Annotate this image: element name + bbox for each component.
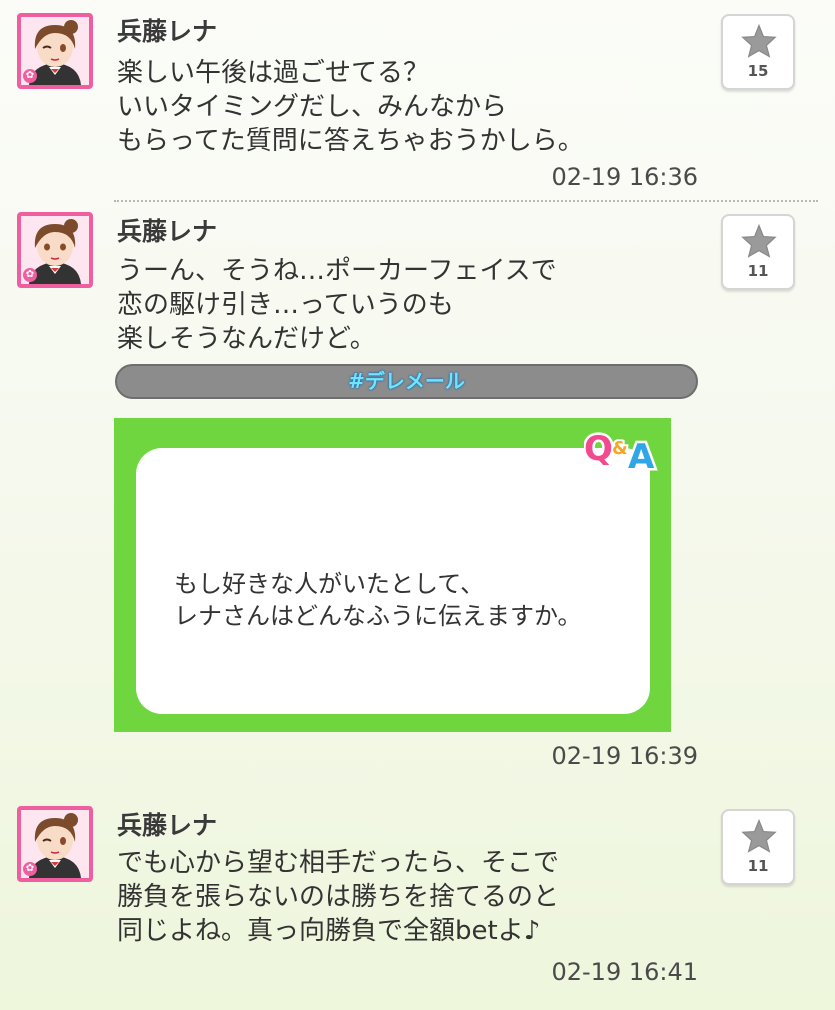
qa-question: もし好きな人がいたとして、 レナさんはどんなふうに伝えますか。 <box>174 570 582 630</box>
post-timestamp: 02-19 16:36 <box>551 163 698 191</box>
qa-logo-icon: Q & A <box>584 427 658 475</box>
favorite-count: 15 <box>747 62 769 80</box>
svg-text:Q: Q <box>584 429 613 469</box>
svg-text:&: & <box>612 438 628 459</box>
favorite-button[interactable]: 11 <box>721 809 795 885</box>
flower-icon: ✿ <box>23 268 37 282</box>
star-icon <box>741 819 777 853</box>
post-message: うーん、そうね…ポーカーフェイスで 恋の駆け引き…っていうのも 楽しそうなんだけ… <box>117 256 557 354</box>
post-divider <box>114 200 818 202</box>
post-timestamp: 02-19 16:41 <box>551 958 698 986</box>
hashtag-bar[interactable]: #デレメール <box>115 364 698 399</box>
favorite-button[interactable]: 11 <box>721 214 795 290</box>
post-message: 楽しい午後は過ごせてる？ いいタイミングだし、みんなから もらってた質問に答えち… <box>117 58 584 156</box>
author-name: 兵藤レナ <box>117 17 218 46</box>
avatar[interactable]: ✿ <box>17 13 93 89</box>
post-message: でも心から望む相手だったら、そこで 勝負を張らないのは勝ちを捨てるのと 同じよね… <box>117 848 560 946</box>
flower-icon: ✿ <box>23 862 37 876</box>
flower-icon: ✿ <box>23 69 37 83</box>
svg-text:A: A <box>628 437 655 474</box>
favorite-count: 11 <box>747 857 769 875</box>
qa-card[interactable]: もし好きな人がいたとして、 レナさんはどんなふうに伝えますか。 Q & A <box>114 418 671 732</box>
star-icon <box>741 224 777 258</box>
star-icon <box>741 24 777 58</box>
avatar[interactable]: ✿ <box>17 806 93 882</box>
qa-card-body: もし好きな人がいたとして、 レナさんはどんなふうに伝えますか。 <box>136 448 650 714</box>
post-timestamp: 02-19 16:39 <box>551 742 698 770</box>
favorite-button[interactable]: 15 <box>721 14 795 90</box>
favorite-count: 11 <box>747 262 769 280</box>
author-name: 兵藤レナ <box>117 811 218 840</box>
avatar[interactable]: ✿ <box>17 212 93 288</box>
author-name: 兵藤レナ <box>117 217 218 246</box>
